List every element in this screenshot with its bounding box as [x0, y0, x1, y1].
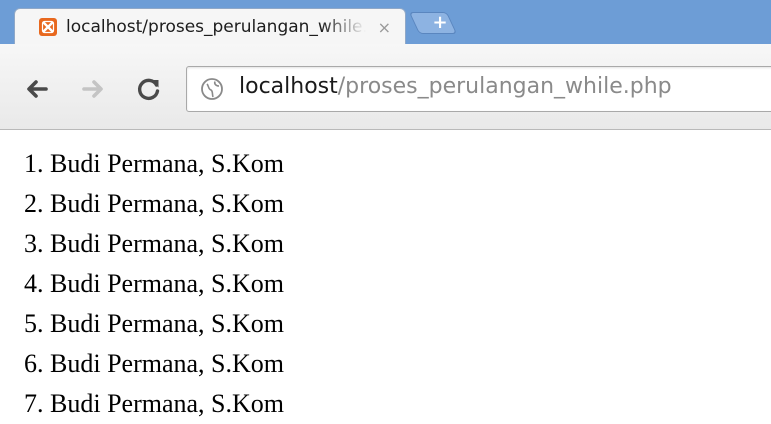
browser-window: localhost/proses_perulangan_while.php × … [0, 0, 771, 424]
url-text[interactable]: localhost/proses_perulangan_while.php [239, 74, 672, 99]
list-item: 3. Budi Permana, S.Kom [24, 229, 284, 258]
forward-arrow-icon[interactable] [78, 74, 108, 104]
reload-icon[interactable] [134, 74, 164, 104]
list-item: 4. Budi Permana, S.Kom [24, 269, 284, 298]
tab-content: localhost/proses_perulangan_while.php [15, 9, 405, 45]
url-path: /proses_perulangan_while.php [337, 74, 672, 99]
globe-page-icon [200, 77, 224, 101]
page-content: 1. Budi Permana, S.Kom 2. Budi Permana, … [0, 130, 771, 424]
tab-close-icon[interactable]: × [378, 18, 391, 37]
list-item: 6. Budi Permana, S.Kom [24, 349, 284, 378]
tab-title: localhost/proses_perulangan_while.php [66, 17, 366, 37]
url-host: localhost [239, 74, 338, 99]
back-arrow-icon[interactable] [22, 74, 52, 104]
list-item: 2. Budi Permana, S.Kom [24, 189, 284, 218]
list-item: 1. Budi Permana, S.Kom [24, 149, 284, 178]
list-item: 5. Budi Permana, S.Kom [24, 309, 284, 338]
new-tab-plus-icon[interactable]: + [430, 9, 450, 37]
list-item: 7. Budi Permana, S.Kom [24, 389, 284, 418]
toolbar: localhost/proses_perulangan_while.php [0, 44, 771, 130]
xampp-favicon-icon [39, 18, 57, 36]
output-list: 1. Budi Permana, S.Kom 2. Budi Permana, … [24, 144, 284, 424]
address-bar[interactable]: localhost/proses_perulangan_while.php [186, 66, 771, 112]
